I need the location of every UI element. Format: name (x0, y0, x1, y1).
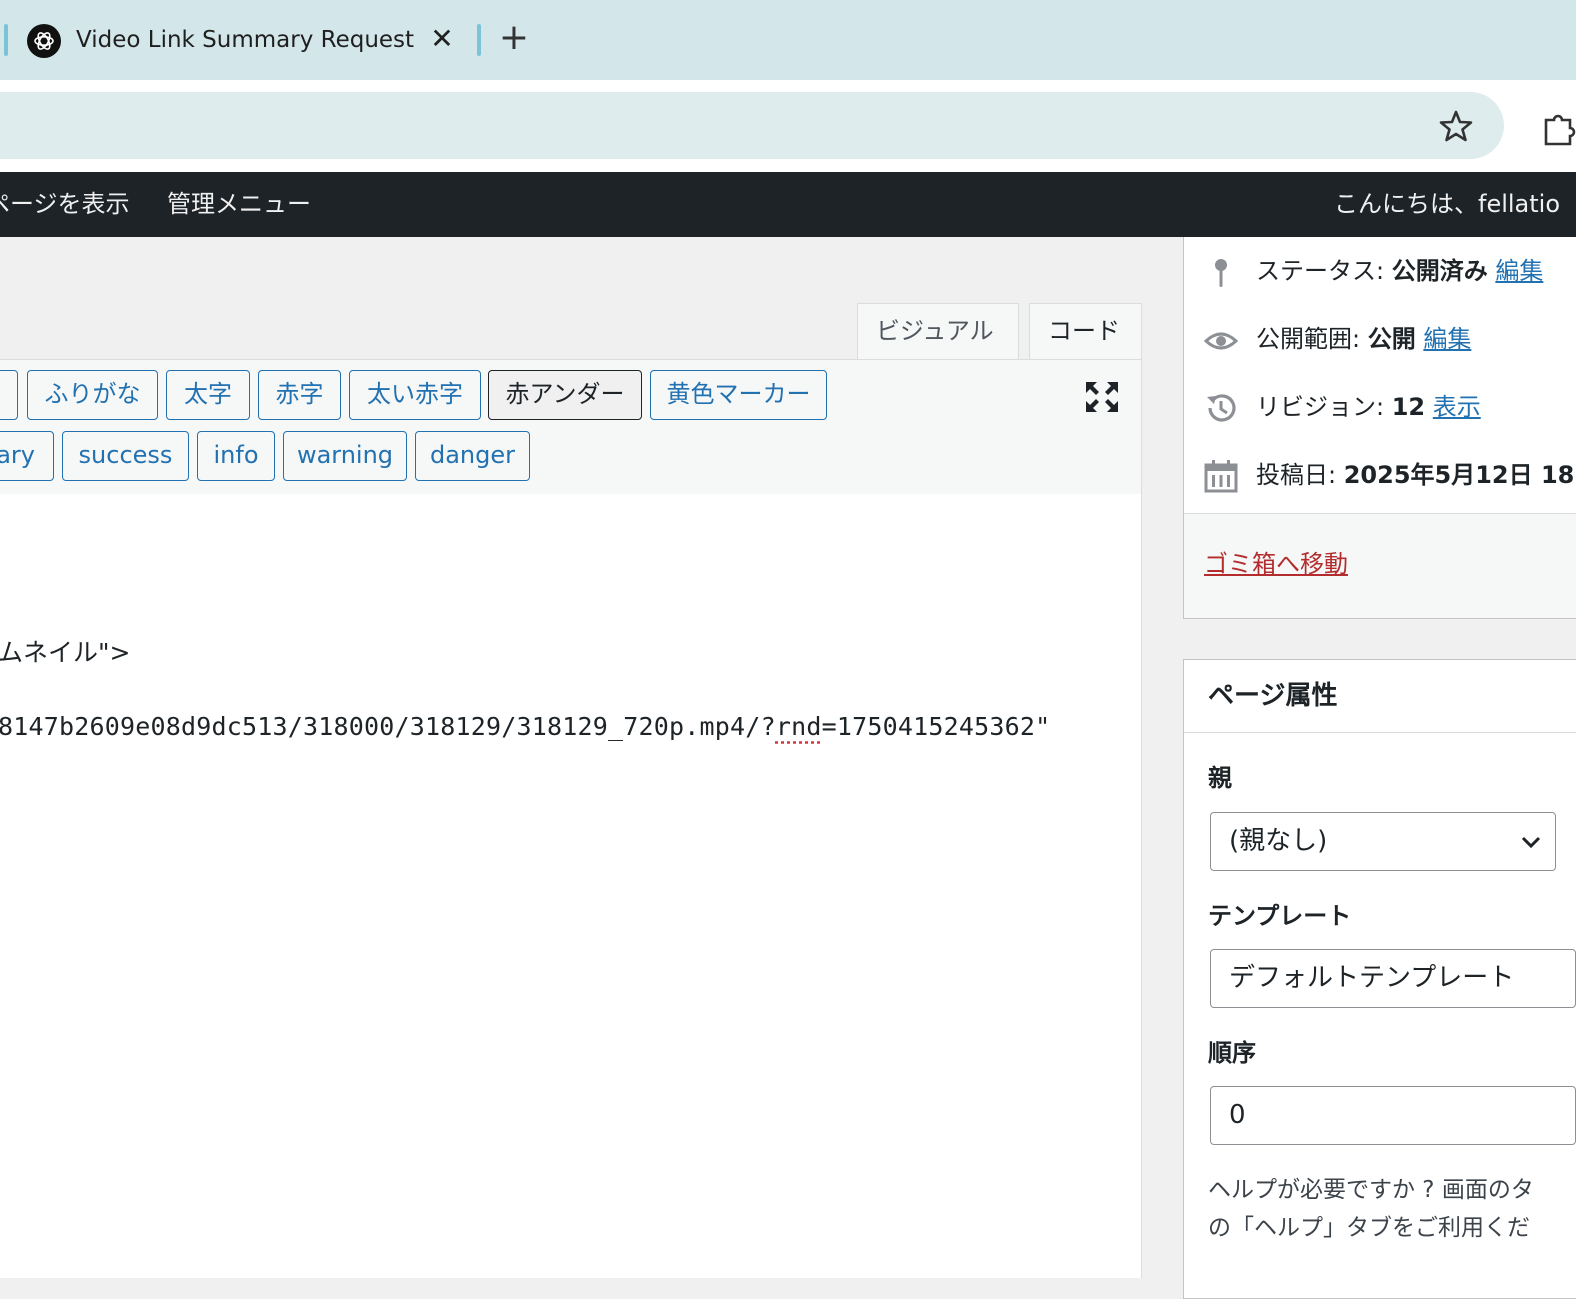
visibility-label: 公開範囲: (1256, 325, 1368, 353)
spellcheck-word: rnd (775, 712, 822, 741)
tab-separator (4, 24, 8, 56)
date-value: 2025年5月12日 18 (1343, 461, 1575, 489)
quicktag-danger-button[interactable]: danger (415, 431, 530, 481)
revision-label: リビジョン: (1256, 393, 1392, 421)
template-select[interactable]: デフォルトテンプレート (1210, 949, 1576, 1008)
visibility-edit-link[interactable]: 編集 (1423, 325, 1471, 353)
tab-close-icon[interactable]: ✕ (428, 22, 456, 56)
parent-select[interactable]: (親なし) (1210, 812, 1556, 871)
tab-visual[interactable]: ビジュアル (857, 303, 1019, 359)
tab-code[interactable]: コード (1029, 303, 1142, 360)
chatgpt-favicon-icon (27, 24, 61, 58)
visibility-value: 公開 (1367, 325, 1416, 353)
address-bar[interactable] (0, 92, 1504, 159)
template-select-value: デフォルトテンプレート (1229, 963, 1515, 993)
code-line: ムネイル"> (0, 638, 131, 667)
divider (1184, 732, 1576, 733)
status-label: ステータス: (1256, 257, 1392, 285)
help-text: の「ヘルプ」タブをご利用くだ (1208, 1215, 1530, 1241)
template-label: テンプレート (1208, 902, 1352, 930)
order-input[interactable]: 0 (1210, 1086, 1576, 1145)
quicktag-success-button[interactable]: success (62, 431, 189, 481)
code-line: 8147b2609e08d9dc513/318000/318129/318129… (0, 712, 1050, 741)
status-edit-link[interactable]: 編集 (1495, 257, 1543, 285)
chevron-down-icon (1521, 836, 1541, 849)
quicktag-furigana-button[interactable]: ふりがな (27, 370, 158, 420)
quicktag-info-button[interactable]: info (197, 431, 275, 481)
order-label: 順序 (1208, 1039, 1256, 1067)
parent-select-value: (親なし) (1229, 826, 1328, 856)
wp-admin-bar: ページを表示 管理メニュー こんにちは、fellatio (0, 172, 1576, 237)
revision-view-link[interactable]: 表示 (1433, 393, 1481, 421)
quicktag-primary-button[interactable]: ary (0, 431, 54, 481)
view-page-link[interactable]: ページを表示 (0, 172, 130, 237)
tab-title[interactable]: Video Link Summary Request (76, 24, 414, 56)
parent-label: 親 (1208, 764, 1232, 792)
help-text: ヘルプが必要ですか ? 画面のタ (1208, 1177, 1534, 1203)
tab-separator (477, 24, 481, 56)
extensions-puzzle-icon[interactable] (1540, 106, 1576, 146)
move-to-trash-link[interactable]: ゴミ箱へ移動 (1204, 544, 1348, 584)
code-text: =1750415245362" (821, 712, 1051, 741)
user-greeting[interactable]: こんにちは、fellatio (1334, 172, 1560, 237)
quicktag-warning-button[interactable]: warning (283, 431, 407, 481)
status-value: 公開済み (1391, 257, 1488, 285)
revision-value: 12 (1391, 393, 1426, 421)
page-attributes-title[interactable]: ページ属性 (1208, 676, 1337, 716)
quicktag-bold-button[interactable]: 太字 (166, 370, 250, 420)
eye-icon (1204, 332, 1238, 350)
quicktag-red-underline-button[interactable]: 赤アンダー (488, 370, 642, 420)
bookmark-star-icon[interactable] (1438, 108, 1474, 144)
quicktag-red-text-button[interactable]: 赤字 (258, 370, 341, 420)
quicktag-bold-red-button[interactable]: 太い赤字 (349, 370, 481, 420)
calendar-icon (1204, 460, 1238, 493)
browser-toolbar (0, 80, 1576, 172)
pin-icon (1215, 259, 1227, 287)
date-label: 投稿日: (1256, 461, 1344, 489)
new-tab-button[interactable]: + (498, 20, 530, 58)
admin-menu-link[interactable]: 管理メニュー (167, 172, 311, 237)
history-icon (1207, 394, 1236, 422)
fullscreen-icon[interactable] (1084, 380, 1120, 414)
quicktag-yellow-marker-button[interactable]: 黄色マーカー (650, 370, 827, 420)
code-editor-textarea[interactable]: ムネイル"> 8147b2609e08d9dc513/318000/318129… (0, 494, 1142, 1278)
quicktag-button-partial[interactable] (0, 370, 18, 420)
order-input-value: 0 (1229, 1100, 1246, 1130)
code-text: 8147b2609e08d9dc513/318000/318129/318129… (0, 712, 776, 741)
browser-tab-strip: Video Link Summary Request ✕ + (0, 0, 1576, 80)
